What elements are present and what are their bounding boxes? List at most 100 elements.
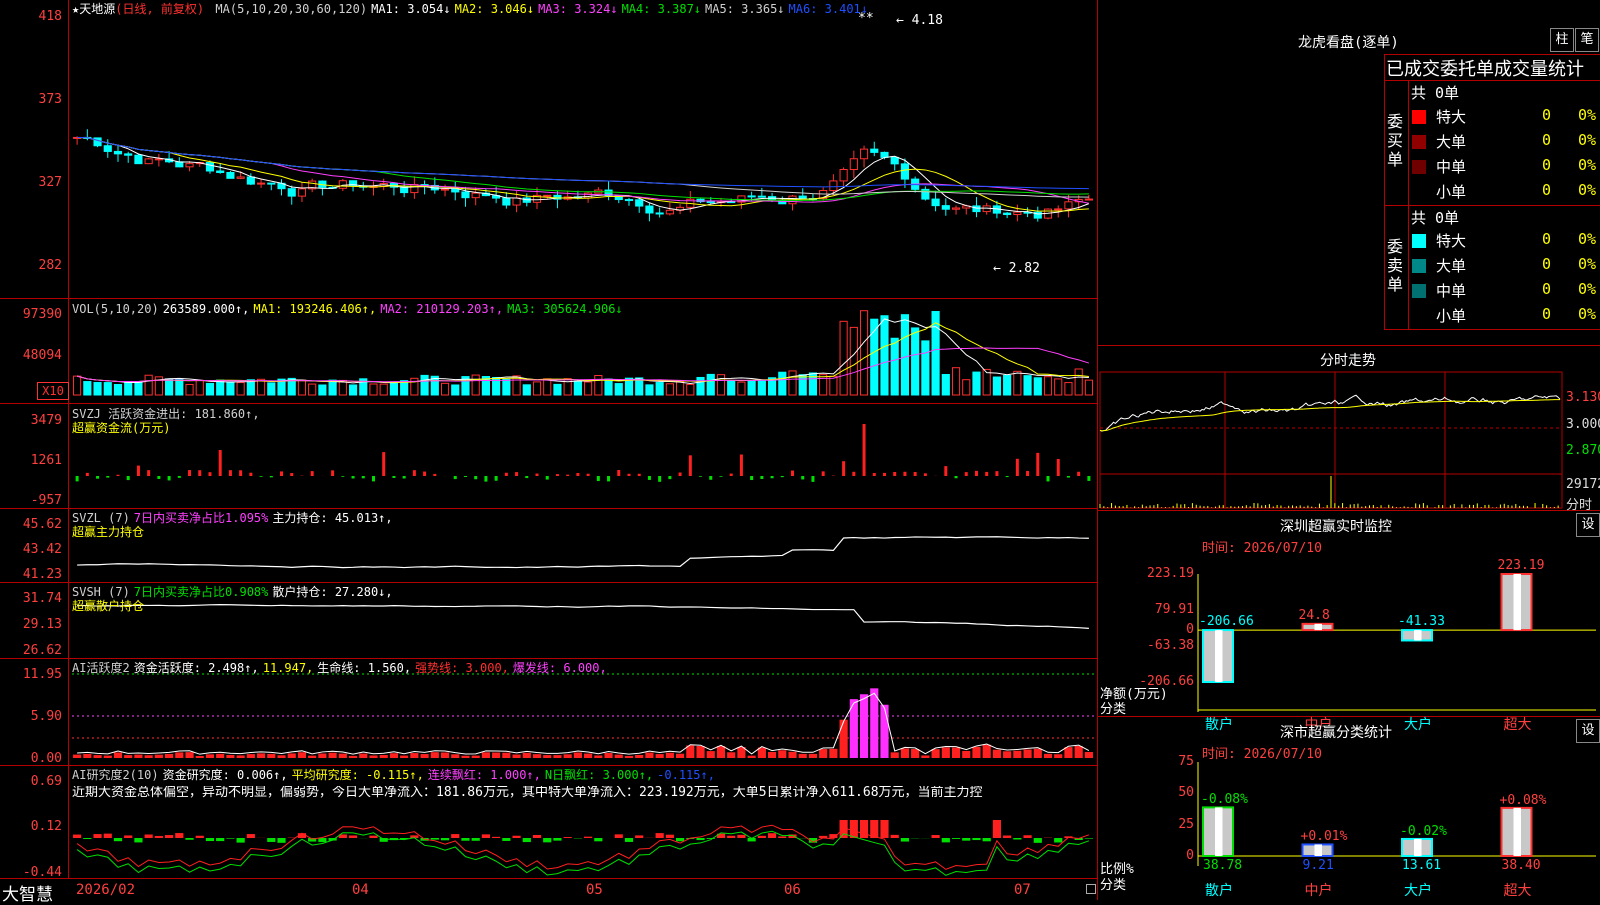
volume-bar: [860, 311, 867, 395]
vol-unit-badge[interactable]: X10: [37, 382, 69, 400]
svzj-bar: [198, 470, 201, 476]
order-color-swatch: [1412, 259, 1426, 273]
column-view-button[interactable]: 柱: [1550, 28, 1574, 52]
candle-body: [227, 172, 234, 178]
svzj-bar: [168, 476, 171, 480]
ma-legend-item: MA1: 3.054↓: [371, 2, 450, 16]
candle-body: [155, 159, 162, 160]
ai-active-bar: [564, 754, 572, 758]
ai-active-bar: [1085, 752, 1093, 758]
candle-body: [503, 198, 510, 205]
ai-research-bar: [134, 838, 142, 842]
ai-active-line: [77, 693, 1089, 754]
ai-active-bar: [993, 750, 1001, 758]
monitor-y-tick: 79.91: [1130, 602, 1194, 617]
volume-bar: [237, 383, 244, 395]
ai-active-bar: [840, 720, 848, 758]
candle-body: [237, 177, 244, 178]
order-count: 0: [1542, 131, 1551, 149]
monitor-time: 时间: 2026/07/10: [1202, 537, 1322, 556]
svzj-bar: [249, 473, 252, 476]
ai-research-bar: [124, 835, 132, 838]
svzj-bar: [1057, 459, 1060, 476]
ai-research-bar: [247, 834, 255, 838]
svzl-legend-item: SVZL (7): [72, 511, 130, 525]
lock-icon[interactable]: [1086, 884, 1096, 894]
ai-active-bar: [523, 753, 531, 758]
ai-active-bar: [594, 755, 602, 758]
volume-bar: [677, 382, 684, 395]
svzj-bar: [955, 476, 958, 478]
ai-research-bar: [850, 820, 858, 838]
classify-settings-button[interactable]: 设: [1576, 719, 1600, 743]
ai-research-bar: [461, 838, 469, 841]
ai-research-bar: [523, 838, 531, 842]
ai-active-bar: [390, 753, 398, 758]
volume-bar: [441, 383, 448, 395]
volume-bar: [1024, 376, 1031, 395]
stroke-view-button[interactable]: 笔: [1575, 28, 1599, 52]
order-count: 0: [1542, 280, 1551, 298]
ai-research-bar: [502, 838, 510, 841]
volume-bar: [850, 327, 857, 395]
candle-body: [257, 183, 264, 184]
monitor-bar-highlight: [1215, 630, 1223, 682]
svsh-legend-item: 散户持仓: 27.280↓,: [272, 585, 392, 599]
ai-active-bar: [482, 752, 490, 758]
ai-active-bar: [308, 756, 316, 758]
svzj-bar: [484, 476, 487, 482]
volume-bar: [227, 382, 234, 395]
ai-active-bar: [952, 748, 960, 758]
ai-active-bar: [901, 748, 909, 758]
volume-bar: [380, 384, 387, 395]
monitor-settings-button[interactable]: 设: [1576, 513, 1600, 537]
svzj-bar: [137, 466, 140, 476]
order-name: 小单: [1436, 181, 1466, 202]
svzj-bar: [96, 476, 99, 479]
svzj-bar: [495, 476, 498, 481]
volume-bar: [421, 375, 428, 395]
ai-active-bar: [788, 752, 796, 758]
ai-research-bar: [656, 833, 664, 838]
ai-research-bar: [73, 835, 81, 838]
volume-bar: [544, 379, 551, 395]
volume-bar: [605, 379, 612, 395]
ai-active-bar: [329, 753, 337, 758]
volume-bar: [1014, 371, 1021, 395]
vol-header: VOL(5,10,20)263589.000↑,MA1: 193246.406↑…: [72, 302, 627, 316]
volume-bar: [595, 376, 602, 395]
volume-bar: [963, 380, 970, 395]
intraday-price-line: [1100, 395, 1560, 431]
ai-research-legend-item: 连续飘红: 1.000↑,: [428, 768, 541, 782]
vol-legend-item: MA3: 305624.906↓: [507, 302, 623, 316]
order-count: 0: [1542, 230, 1551, 248]
svzj-bar: [576, 473, 579, 476]
volume-bar: [145, 375, 152, 395]
candle-body: [636, 200, 643, 206]
order-color-swatch: [1412, 234, 1426, 248]
ai-active-bar: [73, 755, 81, 758]
volume-bar: [574, 381, 581, 395]
classify-bar-value: 9.21: [1303, 858, 1334, 873]
ai-active-bar: [359, 754, 367, 758]
ai-active-bar: [615, 755, 623, 758]
order-color-swatch: [1412, 284, 1426, 298]
buy-total: 共 0单: [1411, 82, 1459, 103]
ai-active-bar: [635, 755, 643, 758]
svzj-bar: [260, 476, 263, 477]
ai-research-bar: [891, 835, 899, 838]
svzj-bar: [341, 476, 344, 477]
ai-active-bar: [717, 746, 725, 758]
ai-active-bar: [288, 753, 296, 758]
ma-line: [77, 137, 1089, 188]
svzj-bar: [454, 476, 457, 479]
svsh-sub: 超赢散户持仓: [72, 599, 144, 613]
svzj-bar: [791, 471, 794, 476]
y-tick-svzj-1: 1261: [0, 454, 62, 468]
svzj-header: SVZJ 活跃资金进出: 181.860↑,: [72, 407, 264, 421]
order-pct: 0%: [1578, 106, 1596, 124]
ai-active-bar: [1054, 754, 1062, 758]
ai-research-bar: [165, 835, 173, 838]
stock-name[interactable]: 天地源: [79, 2, 115, 16]
order-pct: 0%: [1578, 181, 1596, 199]
